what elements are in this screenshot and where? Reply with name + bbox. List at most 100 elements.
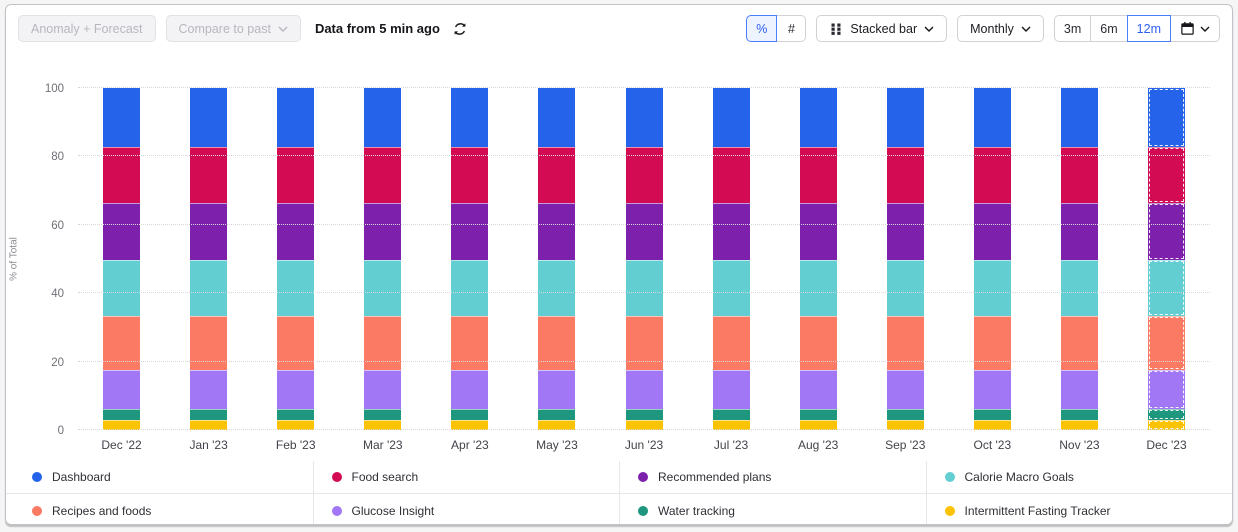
bar-segment-recipes-and-foods[interactable] (799, 316, 837, 371)
bar-segment-recommended-plans[interactable] (886, 203, 924, 261)
bar-segment-calorie-macro-goals[interactable] (973, 260, 1011, 317)
bar-segment-recipes-and-foods[interactable] (973, 316, 1011, 371)
bar-segment-water-tracking[interactable] (799, 408, 837, 420)
bar-segment-glucose-insight[interactable] (538, 370, 576, 409)
bar-segment-glucose-insight[interactable] (625, 370, 663, 409)
bar-segment-calorie-macro-goals[interactable] (451, 260, 489, 317)
bar-segment-calorie-macro-goals[interactable] (538, 260, 576, 317)
bar-segment-calorie-macro-goals[interactable] (103, 260, 141, 317)
bar-segment-recipes-and-foods[interactable] (538, 316, 576, 371)
stacked-bar-dec--23[interactable] (1147, 88, 1185, 430)
date-picker-button[interactable] (1170, 15, 1220, 42)
bar-segment-dashboard[interactable] (799, 88, 837, 148)
bar-segment-dashboard[interactable] (625, 88, 663, 148)
bar-segment-recipes-and-foods[interactable] (103, 316, 141, 371)
bar-segment-glucose-insight[interactable] (190, 370, 228, 409)
stacked-bar-jun--23[interactable] (625, 88, 663, 430)
bar-segment-glucose-insight[interactable] (1060, 370, 1098, 409)
bar-segment-dashboard[interactable] (190, 88, 228, 148)
legend-item-water-tracking[interactable]: Water tracking (619, 494, 926, 524)
bar-segment-water-tracking[interactable] (538, 408, 576, 420)
stacked-bar-dec--22[interactable] (103, 88, 141, 430)
bar-segment-water-tracking[interactable] (364, 408, 402, 420)
bar-segment-water-tracking[interactable] (103, 408, 141, 420)
bar-segment-calorie-macro-goals[interactable] (364, 260, 402, 317)
stacked-bar-sep--23[interactable] (886, 88, 924, 430)
bar-segment-calorie-macro-goals[interactable] (799, 260, 837, 317)
bar-segment-calorie-macro-goals[interactable] (625, 260, 663, 317)
bar-segment-water-tracking[interactable] (1147, 408, 1185, 420)
chart-type-dropdown[interactable]: Stacked bar (816, 15, 948, 42)
range-12m-button[interactable]: 12m (1126, 15, 1171, 42)
bar-segment-dashboard[interactable] (712, 88, 750, 148)
bar-segment-dashboard[interactable] (277, 88, 315, 148)
stacked-bar-aug--23[interactable] (799, 88, 837, 430)
refresh-button[interactable] (450, 19, 470, 39)
bar-segment-glucose-insight[interactable] (712, 370, 750, 409)
stacked-bar-may--23[interactable] (538, 88, 576, 430)
stacked-bar-jul--23[interactable] (712, 88, 750, 430)
bar-segment-recommended-plans[interactable] (712, 203, 750, 261)
bar-segment-calorie-macro-goals[interactable] (1147, 260, 1185, 317)
bar-segment-glucose-insight[interactable] (364, 370, 402, 409)
bar-segment-recipes-and-foods[interactable] (712, 316, 750, 371)
stacked-bar-mar--23[interactable] (364, 88, 402, 430)
bar-segment-recipes-and-foods[interactable] (1147, 316, 1185, 371)
bar-segment-calorie-macro-goals[interactable] (1060, 260, 1098, 317)
stacked-bar-nov--23[interactable] (1060, 88, 1098, 430)
bar-segment-recommended-plans[interactable] (1060, 203, 1098, 261)
bar-segment-recommended-plans[interactable] (538, 203, 576, 261)
bar-segment-recommended-plans[interactable] (277, 203, 315, 261)
bar-segment-recommended-plans[interactable] (190, 203, 228, 261)
anomaly-forecast-button[interactable]: Anomaly + Forecast (18, 15, 156, 42)
bar-segment-dashboard[interactable] (973, 88, 1011, 148)
bar-segment-water-tracking[interactable] (973, 408, 1011, 420)
unit-percent-toggle[interactable]: % (746, 15, 778, 42)
bar-segment-recommended-plans[interactable] (1147, 203, 1185, 261)
bar-segment-recipes-and-foods[interactable] (1060, 316, 1098, 371)
bar-segment-dashboard[interactable] (1147, 88, 1185, 148)
bar-segment-dashboard[interactable] (538, 88, 576, 148)
legend-item-glucose-insight[interactable]: Glucose Insight (312, 494, 620, 524)
bar-segment-recommended-plans[interactable] (364, 203, 402, 261)
range-3m-button[interactable]: 3m (1053, 15, 1092, 42)
legend-item-intermittent-fasting-tracker[interactable]: Intermittent Fasting Tracker (925, 494, 1233, 524)
bar-segment-water-tracking[interactable] (1060, 408, 1098, 420)
bar-segment-recommended-plans[interactable] (451, 203, 489, 261)
bar-segment-glucose-insight[interactable] (799, 370, 837, 409)
bar-segment-recommended-plans[interactable] (103, 203, 141, 261)
bar-segment-recommended-plans[interactable] (799, 203, 837, 261)
bar-segment-calorie-macro-goals[interactable] (190, 260, 228, 317)
legend-item-calorie-macro-goals[interactable]: Calorie Macro Goals (925, 461, 1232, 494)
bar-segment-glucose-insight[interactable] (973, 370, 1011, 409)
bar-segment-water-tracking[interactable] (712, 408, 750, 420)
bar-segment-recipes-and-foods[interactable] (277, 316, 315, 371)
bar-segment-water-tracking[interactable] (277, 408, 315, 420)
compare-to-past-dropdown[interactable]: Compare to past (165, 15, 301, 42)
bar-segment-recipes-and-foods[interactable] (190, 316, 228, 371)
granularity-dropdown[interactable]: Monthly (957, 15, 1044, 42)
bar-segment-glucose-insight[interactable] (277, 370, 315, 409)
legend-item-food-search[interactable]: Food search (312, 461, 619, 494)
bar-segment-glucose-insight[interactable] (103, 370, 141, 409)
bar-segment-recipes-and-foods[interactable] (451, 316, 489, 371)
bar-segment-glucose-insight[interactable] (1147, 370, 1185, 409)
bar-segment-recipes-and-foods[interactable] (886, 316, 924, 371)
bar-segment-glucose-insight[interactable] (886, 370, 924, 409)
legend-item-recommended-plans[interactable]: Recommended plans (619, 461, 926, 494)
stacked-bar-apr--23[interactable] (451, 88, 489, 430)
stacked-bar-feb--23[interactable] (277, 88, 315, 430)
bar-segment-recipes-and-foods[interactable] (625, 316, 663, 371)
bar-segment-calorie-macro-goals[interactable] (886, 260, 924, 317)
stacked-bar-jan--23[interactable] (190, 88, 228, 430)
legend-item-recipes-and-foods[interactable]: Recipes and foods (6, 494, 313, 524)
bar-segment-water-tracking[interactable] (886, 408, 924, 420)
bar-segment-water-tracking[interactable] (190, 408, 228, 420)
range-6m-button[interactable]: 6m (1090, 15, 1128, 42)
legend-item-dashboard[interactable]: Dashboard (6, 461, 313, 494)
bar-segment-glucose-insight[interactable] (451, 370, 489, 409)
bar-segment-dashboard[interactable] (103, 88, 141, 148)
bar-segment-water-tracking[interactable] (451, 408, 489, 420)
bar-segment-calorie-macro-goals[interactable] (277, 260, 315, 317)
bar-segment-recommended-plans[interactable] (973, 203, 1011, 261)
